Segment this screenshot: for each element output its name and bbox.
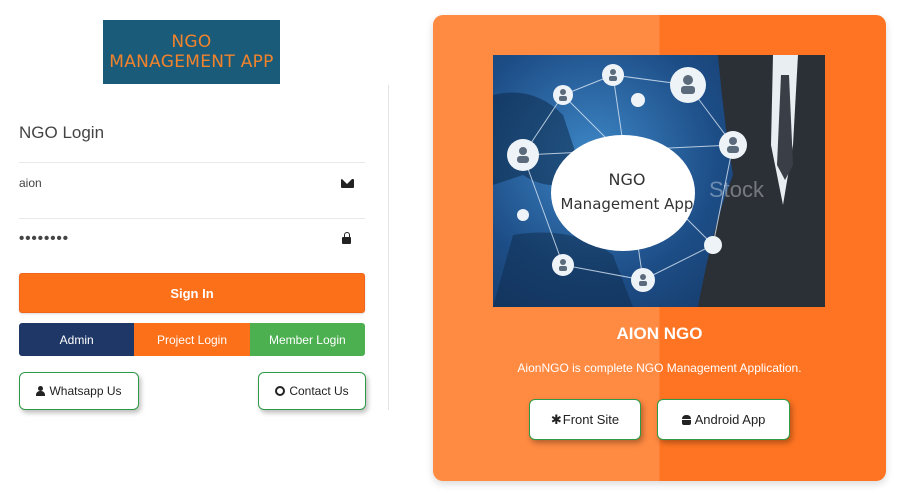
asterisk-icon: ✱ — [550, 411, 562, 427]
admin-button[interactable]: Admin — [19, 323, 135, 356]
role-button-group: Admin Project Login Member Login — [19, 323, 365, 356]
front-site-button[interactable]: ✱ Front Site — [529, 399, 641, 440]
password-field[interactable]: •••••••• — [19, 223, 365, 253]
card-description: AionNGO is complete NGO Management Appli… — [517, 361, 802, 375]
android-icon — [681, 414, 691, 425]
logo-line2: MANAGEMENT APP — [109, 52, 274, 72]
username-field[interactable]: aion — [19, 168, 365, 198]
sign-in-button[interactable]: Sign In — [19, 273, 365, 313]
app-logo: NGO MANAGEMENT APP — [103, 20, 280, 84]
divider — [19, 218, 365, 219]
project-login-button[interactable]: Project Login — [134, 323, 250, 356]
envelope-icon — [341, 178, 354, 188]
vertical-divider — [388, 85, 389, 410]
lock-icon — [342, 231, 351, 244]
info-card: NGO Management App Stock AION NGO AionNG… — [433, 15, 886, 481]
card-title: AION NGO — [616, 324, 703, 343]
hero-text-line1: NGO — [609, 170, 646, 189]
hero-watermark: Stock — [709, 177, 765, 202]
user-icon — [36, 386, 46, 396]
android-app-label: Android App — [694, 412, 766, 427]
member-login-button[interactable]: Member Login — [249, 323, 365, 356]
contact-button[interactable]: Contact Us — [258, 372, 366, 410]
password-value: •••••••• — [19, 229, 70, 247]
hero-text-line2: Management App — [561, 195, 694, 213]
support-icon — [275, 386, 286, 396]
whatsapp-button[interactable]: Whatsapp Us — [19, 372, 139, 410]
contact-label: Contact Us — [289, 384, 349, 398]
logo-line1: NGO — [171, 32, 212, 52]
android-app-button[interactable]: Android App — [657, 399, 790, 440]
whatsapp-label: Whatsapp Us — [49, 384, 122, 398]
username-value: aion — [19, 176, 42, 190]
network-illustration: NGO Management App Stock — [493, 55, 825, 307]
hero-image: NGO Management App Stock — [493, 55, 825, 307]
front-site-label: Front Site — [562, 412, 620, 427]
divider — [19, 162, 365, 163]
login-title: NGO Login — [19, 123, 105, 142]
